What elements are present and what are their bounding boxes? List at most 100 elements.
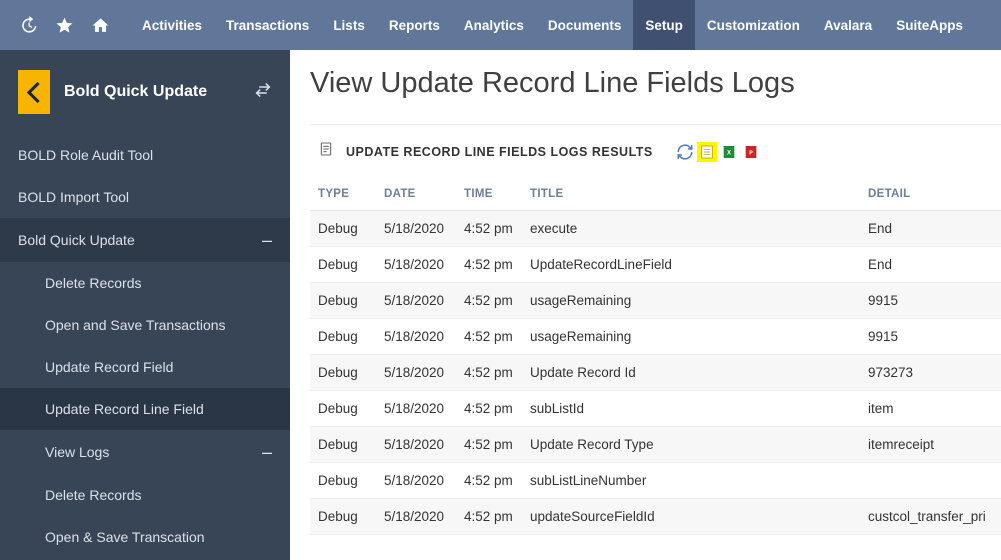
sidebar: Bold Quick Update BOLD Role Audit Tool B… xyxy=(0,50,290,560)
cell-type: Debug xyxy=(310,319,376,355)
col-date[interactable]: DATE xyxy=(376,178,456,211)
col-time[interactable]: TIME xyxy=(456,178,522,211)
export-pdf-icon[interactable]: P xyxy=(741,142,761,162)
cell-type: Debug xyxy=(310,463,376,499)
sidebar-section-bold-quick-update[interactable]: Bold Quick Update– xyxy=(0,218,290,262)
top-nav-items: Activities Transactions Lists Reports An… xyxy=(130,0,975,50)
home-icon[interactable] xyxy=(82,7,118,43)
cell-title: subListLineNumber xyxy=(522,463,860,499)
log-table: TYPE DATE TIME TITLE DETAIL Debug5/18/20… xyxy=(310,178,1001,535)
cell-date: 5/18/2020 xyxy=(376,247,456,283)
sidebar-item-import-tool[interactable]: BOLD Import Tool xyxy=(0,176,290,218)
cell-time: 4:52 pm xyxy=(456,427,522,463)
document-icon xyxy=(318,139,334,164)
collapse-icon: – xyxy=(262,443,272,461)
nav-suiteapps[interactable]: SuiteApps xyxy=(884,0,975,50)
cell-time: 4:52 pm xyxy=(456,499,522,535)
nav-documents[interactable]: Documents xyxy=(536,0,634,50)
refresh-icon[interactable] xyxy=(675,142,695,162)
results-header: UPDATE RECORD LINE FIELDS LOGS RESULTS X xyxy=(310,125,1001,178)
table-row[interactable]: Debug5/18/20204:52 pmUpdate Record Typei… xyxy=(310,427,1001,463)
recent-icon[interactable] xyxy=(10,7,46,43)
sidebar-header: Bold Quick Update xyxy=(0,50,290,134)
cell-time: 4:52 pm xyxy=(456,391,522,427)
sidebar-section-view-logs[interactable]: View Logs– xyxy=(0,430,290,474)
cell-time: 4:52 pm xyxy=(456,319,522,355)
results-panel: UPDATE RECORD LINE FIELDS LOGS RESULTS X xyxy=(310,124,1001,535)
cell-time: 4:52 pm xyxy=(456,211,522,247)
sidebar-item-delete-records-2[interactable]: Delete Records xyxy=(0,474,290,516)
nav-reports[interactable]: Reports xyxy=(377,0,452,50)
nav-analytics[interactable]: Analytics xyxy=(452,0,536,50)
table-row[interactable]: Debug5/18/20204:52 pmsubListIditem xyxy=(310,391,1001,427)
cell-type: Debug xyxy=(310,427,376,463)
cell-time: 4:52 pm xyxy=(456,463,522,499)
col-type[interactable]: TYPE xyxy=(310,178,376,211)
cell-time: 4:52 pm xyxy=(456,355,522,391)
sidebar-item-role-audit[interactable]: BOLD Role Audit Tool xyxy=(0,134,290,176)
export-xls-icon[interactable]: X xyxy=(719,142,739,162)
sidebar-item-open-save-transcation[interactable]: Open & Save Transcation xyxy=(0,516,290,558)
nav-setup[interactable]: Setup xyxy=(633,0,695,50)
sidebar-item-update-record-line-field[interactable]: Update Record Line Field xyxy=(0,388,290,430)
sidebar-logo-icon xyxy=(18,70,50,114)
cell-detail: custcol_transfer_pri xyxy=(860,499,1001,535)
svg-text:P: P xyxy=(749,150,753,156)
table-header-row: TYPE DATE TIME TITLE DETAIL xyxy=(310,178,1001,211)
cell-detail: itemreceipt xyxy=(860,427,1001,463)
col-title[interactable]: TITLE xyxy=(522,178,860,211)
cell-title: usageRemaining xyxy=(522,319,860,355)
cell-detail: End xyxy=(860,211,1001,247)
cell-date: 5/18/2020 xyxy=(376,355,456,391)
page-title: View Update Record Line Fields Logs xyxy=(310,55,1001,118)
main-content: View Update Record Line Fields Logs UPDA… xyxy=(290,55,1001,560)
export-csv-icon[interactable] xyxy=(697,142,717,162)
cell-detail xyxy=(860,463,1001,499)
star-icon[interactable] xyxy=(46,7,82,43)
cell-type: Debug xyxy=(310,283,376,319)
cell-detail: End xyxy=(860,247,1001,283)
cell-detail: 9915 xyxy=(860,319,1001,355)
cell-time: 4:52 pm xyxy=(456,247,522,283)
cell-title: execute xyxy=(522,211,860,247)
table-row[interactable]: Debug5/18/20204:52 pmusageRemaining9915 xyxy=(310,283,1001,319)
sidebar-item-open-save-transactions[interactable]: Open and Save Transactions xyxy=(0,304,290,346)
svg-text:X: X xyxy=(727,150,731,156)
sidebar-item-delete-records[interactable]: Delete Records xyxy=(0,262,290,304)
cell-title: usageRemaining xyxy=(522,283,860,319)
swap-icon[interactable] xyxy=(254,81,272,104)
cell-title: Update Record Type xyxy=(522,427,860,463)
cell-detail: 973273 xyxy=(860,355,1001,391)
top-nav-bar: Activities Transactions Lists Reports An… xyxy=(0,0,1001,50)
cell-date: 5/18/2020 xyxy=(376,499,456,535)
nav-customization[interactable]: Customization xyxy=(695,0,812,50)
cell-type: Debug xyxy=(310,499,376,535)
table-row[interactable]: Debug5/18/20204:52 pmUpdate Record Id973… xyxy=(310,355,1001,391)
collapse-icon: – xyxy=(262,231,272,249)
table-row[interactable]: Debug5/18/20204:52 pmupdateSourceFieldId… xyxy=(310,499,1001,535)
sidebar-item-update-record-field[interactable]: Update Record Field xyxy=(0,346,290,388)
table-row[interactable]: Debug5/18/20204:52 pmsubListLineNumber xyxy=(310,463,1001,499)
table-row[interactable]: Debug5/18/20204:52 pmusageRemaining9915 xyxy=(310,319,1001,355)
col-detail[interactable]: DETAIL xyxy=(860,178,1001,211)
cell-detail: 9915 xyxy=(860,283,1001,319)
cell-date: 5/18/2020 xyxy=(376,319,456,355)
cell-type: Debug xyxy=(310,247,376,283)
cell-time: 4:52 pm xyxy=(456,283,522,319)
cell-date: 5/18/2020 xyxy=(376,283,456,319)
cell-date: 5/18/2020 xyxy=(376,391,456,427)
nav-avalara[interactable]: Avalara xyxy=(812,0,884,50)
nav-activities[interactable]: Activities xyxy=(130,0,214,50)
results-title: UPDATE RECORD LINE FIELDS LOGS RESULTS xyxy=(346,145,653,159)
table-row[interactable]: Debug5/18/20204:52 pmexecuteEnd xyxy=(310,211,1001,247)
nav-transactions[interactable]: Transactions xyxy=(214,0,321,50)
table-row[interactable]: Debug5/18/20204:52 pmUpdateRecordLineFie… xyxy=(310,247,1001,283)
nav-lists[interactable]: Lists xyxy=(321,0,377,50)
cell-date: 5/18/2020 xyxy=(376,463,456,499)
cell-title: UpdateRecordLineField xyxy=(522,247,860,283)
cell-title: Update Record Id xyxy=(522,355,860,391)
cell-title: updateSourceFieldId xyxy=(522,499,860,535)
cell-detail: item xyxy=(860,391,1001,427)
cell-type: Debug xyxy=(310,211,376,247)
cell-title: subListId xyxy=(522,391,860,427)
